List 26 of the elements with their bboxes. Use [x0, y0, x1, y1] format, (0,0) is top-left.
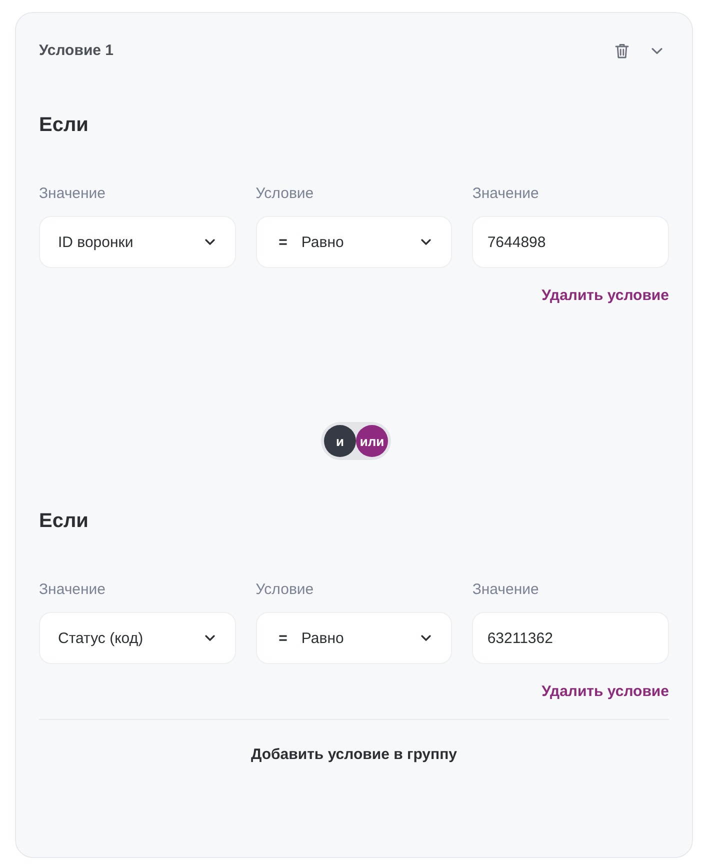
- field-label: Значение: [39, 580, 106, 600]
- operator-select[interactable]: = Равно: [256, 216, 452, 268]
- logic-option[interactable]: и: [324, 425, 356, 457]
- field-label: Условие: [256, 580, 314, 600]
- chevron-down-icon: [421, 239, 432, 245]
- remove-condition-link[interactable]: Удалить условие: [542, 682, 669, 702]
- collapse-chevron-icon[interactable]: [651, 47, 663, 55]
- value-select[interactable]: Статус (код): [39, 612, 236, 664]
- value-input-field[interactable]: 7644898: [472, 216, 669, 268]
- value-select[interactable]: ID воронки: [39, 216, 236, 268]
- chevron-down-icon: [204, 635, 215, 641]
- condition-title: Условие 1: [39, 41, 114, 61]
- chevron-down-icon: [204, 239, 215, 245]
- field-label: Значение: [39, 184, 106, 204]
- field-label: Значение: [472, 184, 539, 204]
- field-label: Условие: [256, 184, 314, 204]
- value-input-field[interactable]: 63211362: [472, 612, 669, 664]
- if-heading: Если: [39, 113, 90, 137]
- operator-select[interactable]: = Равно: [256, 612, 452, 664]
- logic-option[interactable]: или: [356, 425, 388, 457]
- if-heading: Если: [39, 509, 90, 533]
- add-condition-button[interactable]: Добавить условие в группу: [251, 745, 457, 765]
- field-label: Значение: [472, 580, 539, 600]
- delete-icon[interactable]: [615, 43, 629, 59]
- chevron-down-icon: [421, 635, 432, 641]
- remove-condition-link[interactable]: Удалить условие: [542, 286, 669, 306]
